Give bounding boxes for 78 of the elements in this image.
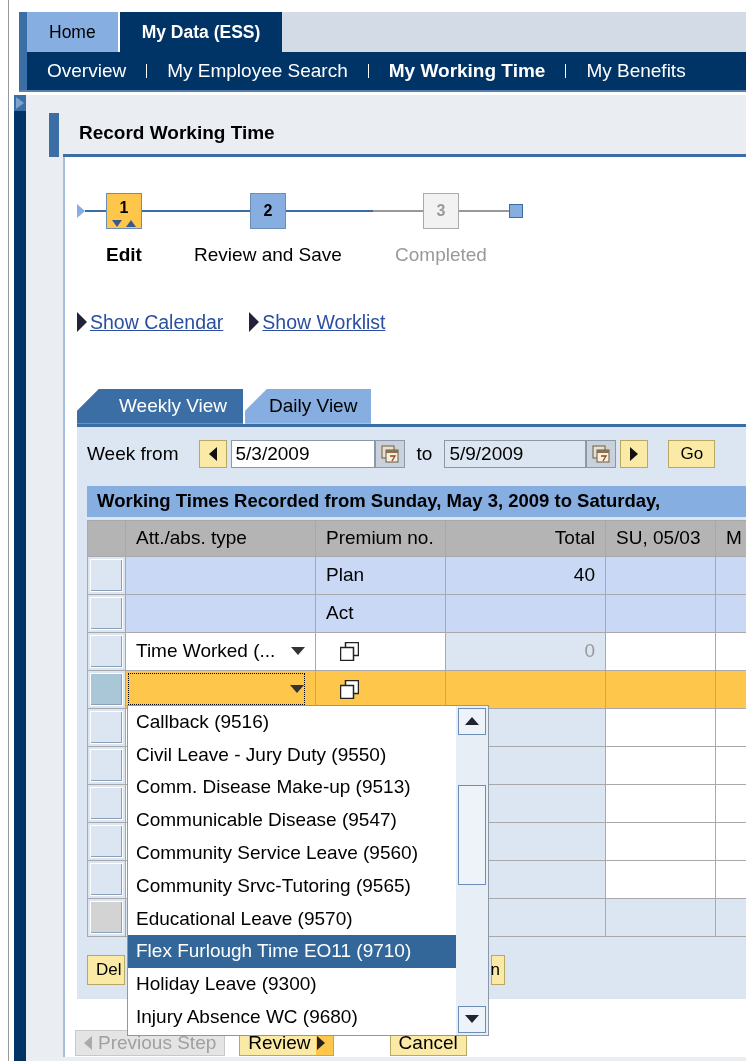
left-arrow-icon [84,1035,92,1050]
nav-tab[interactable]: My Data (ESS) [119,12,283,52]
link[interactable]: Show Worklist [259,307,386,337]
dropdown-option[interactable]: Flex Furlough Time EO11 (9710) [128,935,456,969]
row-selector[interactable] [90,672,123,706]
nav-link[interactable]: My Employee Search [167,56,368,86]
scroll-down-button[interactable] [458,1005,486,1033]
table-cell: 40 [445,556,606,595]
dropdown-option[interactable]: Community Srvc-Tutoring (9565) [128,869,456,903]
copy-icon[interactable] [340,679,359,699]
dropdown-option[interactable]: Comm. Disease Make-up (9513) [128,771,456,805]
expand-icon[interactable] [16,97,24,109]
dropdown-option[interactable]: Holiday Leave (9300) [128,968,456,1001]
column-header: M [715,520,746,557]
dropdown-option[interactable]: Communicable Disease (9547) [128,804,456,837]
column-header: Att./abs. type [125,520,316,557]
scrollbar[interactable] [456,705,488,1035]
row-selector[interactable] [90,558,123,592]
roadmap-step[interactable]: 1 [106,193,142,229]
table-cell: Plan [315,556,446,595]
field-label: Week from [87,441,179,466]
roadmap-step[interactable]: 2 [250,193,286,229]
table-cell: Act [315,594,446,633]
up-arrow-icon [465,717,479,726]
row-selector[interactable] [90,862,123,896]
nav-link[interactable]: My Benefits [586,56,706,86]
row-selector[interactable] [90,824,123,858]
row-selector[interactable] [90,900,123,934]
right-arrow-icon [630,446,639,461]
caret-icon [291,647,305,656]
column-header: Total [445,520,606,557]
link[interactable]: Show Calendar [87,307,224,337]
table-cell: 0 [445,632,606,671]
go-button[interactable]: Go [668,439,716,468]
tab[interactable]: Daily View [245,388,372,424]
nav-tab[interactable]: Home [27,12,120,52]
scrollbar-thumb[interactable] [458,784,486,885]
step-label: Edit [106,243,142,267]
date-field[interactable]: 5/9/2009 [444,439,587,468]
caret-icon [290,685,304,694]
row-selector[interactable] [90,786,123,820]
row-selector[interactable] [90,748,123,782]
dropdown-option[interactable]: Community Service Leave (9560) [128,836,456,870]
table-button[interactable]: Del [87,954,125,985]
previous-week-button[interactable] [198,439,227,468]
down-arrow-icon [465,1015,479,1024]
calendar-icon [592,444,611,463]
calendar-button[interactable] [586,439,617,468]
left-arrow-icon [208,446,217,461]
right-arrow-icon [316,1035,325,1050]
calendar-icon [380,444,399,463]
next-week-button[interactable] [620,439,649,468]
tab[interactable]: Weekly View [77,388,244,424]
copy-icon[interactable] [340,641,359,661]
column-header: Premium no. [315,520,446,557]
nav-link[interactable]: My Working Time [388,56,566,86]
field-label: to [416,441,433,466]
expand-arrow-icon[interactable] [77,312,87,333]
row-selector[interactable] [90,710,123,744]
calendar-button[interactable] [374,439,405,468]
dropdown-option[interactable]: Callback (9516) [128,705,456,739]
table-title: Working Times Recorded from Sunday, May 3, 2009 to Saturday, [87,485,746,517]
step-label: Review and Save [194,243,342,267]
step-label: Completed [395,243,487,267]
column-header: SU, 05/03 [605,520,716,557]
row-selector[interactable] [90,634,123,668]
scroll-up-button[interactable] [458,707,486,735]
dropdown-option[interactable]: Civil Leave - Jury Duty (9550) [128,738,456,772]
date-field[interactable]: 5/3/2009 [230,439,375,468]
table-button[interactable]: n [491,954,505,985]
roadmap-start-icon [77,204,85,218]
dropdown-option[interactable]: Educational Leave (9570) [128,902,456,936]
current-step-icon [112,219,136,227]
roadmap-end-icon [509,204,523,218]
row-selector[interactable] [90,596,123,630]
expand-arrow-icon[interactable] [249,312,260,333]
panel-accent [49,113,59,157]
nav-link[interactable]: Overview [47,56,147,86]
